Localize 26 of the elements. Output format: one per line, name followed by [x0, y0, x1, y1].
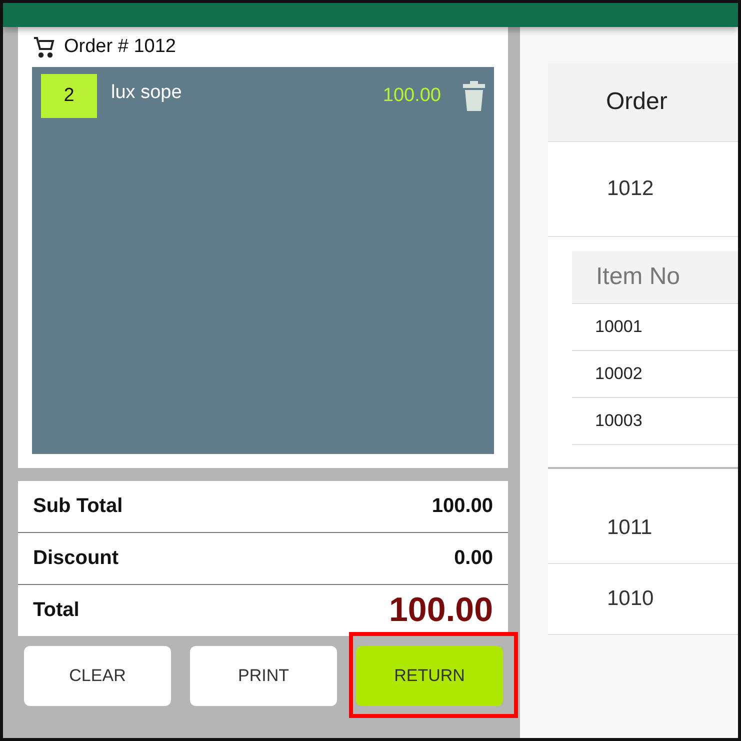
order-row[interactable]: 1010: [548, 564, 738, 635]
summary-value: 100.00: [432, 495, 493, 518]
order-number: 1010: [607, 587, 654, 611]
action-button[interactable]: CLEAR: [24, 646, 171, 706]
item-number: 10001: [595, 317, 642, 337]
trash-icon[interactable]: [463, 81, 485, 111]
order-number: 1011: [607, 516, 652, 540]
action-button[interactable]: RETURN: [356, 646, 503, 706]
column-header: Order: [606, 88, 668, 116]
column-header: Item No: [596, 263, 680, 291]
order-row[interactable]: 1011: [548, 493, 738, 564]
quantity-badge[interactable]: 2: [41, 74, 97, 118]
summary-value: 0.00: [454, 547, 493, 570]
summary-label: Total: [33, 599, 80, 622]
summary-label: Sub Total: [33, 495, 123, 518]
cart-icon: [32, 35, 56, 59]
summary-label: Discount: [33, 547, 119, 570]
item-number: 10003: [595, 411, 642, 431]
total-amount: 100.00: [389, 591, 493, 630]
item-number: 10002: [595, 364, 642, 384]
order-number: 1012: [607, 177, 654, 201]
item-price: 100.00: [382, 85, 441, 107]
item-name: lux sope: [111, 82, 183, 104]
order-row[interactable]: 1012: [548, 142, 738, 237]
action-button[interactable]: PRINT: [190, 646, 337, 706]
order-title: Order # 1012: [64, 36, 176, 58]
